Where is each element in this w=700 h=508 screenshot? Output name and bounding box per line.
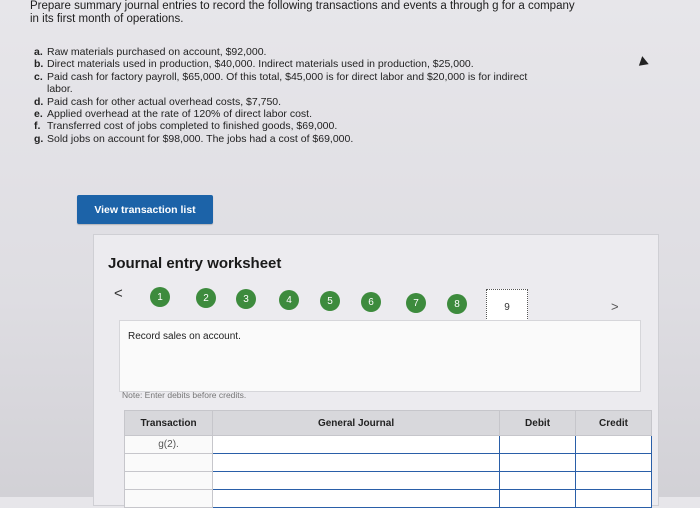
instructions-line-1: Prepare summary journal entries to recor… (30, 0, 575, 12)
debit-input[interactable] (499, 471, 577, 490)
view-transaction-list-button[interactable]: View transaction list (77, 195, 213, 224)
step-1-button[interactable]: 1 (150, 287, 170, 307)
record-instruction-text: Record sales on account. (128, 331, 241, 342)
transaction-text: Sold jobs on account for $98,000. The jo… (47, 132, 354, 145)
credit-input[interactable] (575, 435, 652, 454)
transaction-item-g: g. Sold jobs on account for $98,000. The… (34, 133, 624, 145)
page: Prepare summary journal entries to recor… (0, 0, 700, 508)
transaction-letter: c. (34, 70, 43, 83)
debit-input[interactable] (499, 435, 577, 454)
transaction-item-a: a. Raw materials purchased on account, $… (34, 46, 624, 58)
instructions-line-2: in its first month of operations. (30, 13, 184, 25)
transaction-cell (123, 453, 214, 472)
step-3-button[interactable]: 3 (236, 289, 256, 309)
transaction-letter: e. (34, 108, 43, 121)
prev-arrow-icon[interactable]: < (114, 285, 123, 302)
transaction-letter: d. (34, 95, 44, 108)
header-credit: Credit (575, 410, 652, 436)
transaction-item-b: b. Direct materials used in production, … (34, 58, 624, 70)
debit-credit-note: Note: Enter debits before credits. (122, 390, 247, 400)
transaction-text: Direct materials used in production, $40… (47, 58, 474, 71)
transaction-letter: a. (34, 46, 43, 58)
account-input[interactable] (212, 453, 501, 472)
account-input[interactable] (212, 471, 501, 490)
debit-input[interactable] (499, 489, 577, 508)
transaction-item-e: e. Applied overhead at the rate of 120% … (34, 108, 624, 120)
transaction-text: Applied overhead at the rate of 120% of … (47, 108, 312, 121)
transaction-letter: b. (34, 58, 44, 71)
header-debit: Debit (499, 410, 577, 436)
transaction-letter: g. (34, 132, 44, 145)
transaction-text: Raw materials purchased on account, $92,… (47, 46, 267, 58)
step-7-button[interactable]: 7 (406, 293, 426, 313)
instructions: Prepare summary journal entries to recor… (30, 0, 630, 26)
record-instruction-box: Record sales on account. (119, 320, 641, 392)
journal-entry-worksheet: Journal entry worksheet < 1 2 3 4 5 6 7 … (93, 234, 659, 508)
transaction-letter: f. (34, 120, 41, 133)
transaction-cell: g(2). (123, 435, 214, 454)
step-6-button[interactable]: 6 (361, 292, 381, 312)
transaction-list: a. Raw materials purchased on account, $… (34, 46, 624, 145)
transaction-cell (123, 489, 214, 508)
step-2-button[interactable]: 2 (196, 288, 216, 308)
step-5-button[interactable]: 5 (320, 291, 340, 311)
table-row: g(2). (123, 435, 652, 454)
transaction-text-continued: labor. (47, 83, 73, 96)
header-transaction: Transaction (123, 410, 214, 436)
table-row (123, 471, 652, 490)
journal-table: Transaction General Journal Debit Credit… (123, 410, 652, 508)
table-row (123, 453, 652, 472)
transaction-text: Transferred cost of jobs completed to fi… (47, 120, 338, 133)
worksheet-title: Journal entry worksheet (108, 255, 282, 272)
table-row (123, 489, 652, 508)
credit-input[interactable] (575, 489, 652, 508)
step-4-button[interactable]: 4 (279, 290, 299, 310)
transaction-item-d: d. Paid cash for other actual overhead c… (34, 96, 624, 108)
transaction-item-f: f. Transferred cost of jobs completed to… (34, 120, 624, 132)
credit-input[interactable] (575, 453, 652, 472)
debit-input[interactable] (499, 453, 577, 472)
next-arrow-icon[interactable]: > (611, 299, 619, 314)
account-input[interactable] (212, 435, 501, 454)
header-general-journal: General Journal (212, 410, 501, 436)
transaction-text: Paid cash for other actual overhead cost… (47, 95, 282, 108)
transaction-item-c: c. Paid cash for factory payroll, $65,00… (34, 71, 624, 83)
credit-input[interactable] (575, 471, 652, 490)
mouse-cursor-icon (637, 55, 649, 66)
journal-table-header: Transaction General Journal Debit Credit (123, 410, 652, 436)
transaction-cell (123, 471, 214, 490)
account-input[interactable] (212, 489, 501, 508)
transaction-text: Paid cash for factory payroll, $65,000. … (47, 70, 528, 83)
step-8-button[interactable]: 8 (447, 294, 467, 314)
